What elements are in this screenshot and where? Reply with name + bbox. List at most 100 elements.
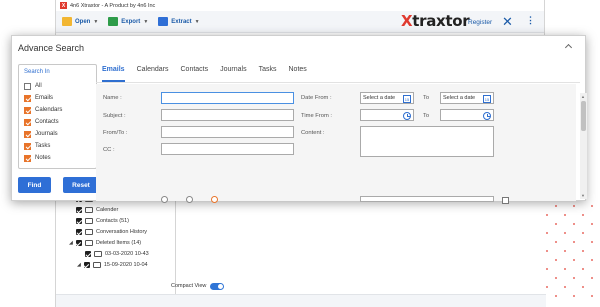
decor-dot [582, 250, 584, 252]
decor-dot [573, 241, 575, 243]
extract-label: Extract [171, 18, 192, 25]
radio-option[interactable] [186, 196, 193, 203]
name-input[interactable] [161, 92, 294, 104]
category-tabs: Emails Calendars Contacts Journals Tasks… [102, 66, 319, 82]
search-in-option-tasks[interactable]: Tasks [24, 141, 50, 151]
decor-dot [591, 259, 593, 261]
radio-option[interactable] [211, 196, 218, 203]
checkbox-checked-icon[interactable] [83, 262, 90, 268]
tree-item[interactable]: Contacts (51) [76, 216, 129, 226]
time-to-picker[interactable] [440, 109, 494, 121]
form-scrollbar[interactable]: ▲ ▼ [580, 93, 587, 199]
tab-contacts[interactable]: Contacts [181, 66, 209, 82]
date-from-placeholder: Select a date [363, 95, 396, 101]
folder-icon [62, 17, 72, 26]
contacts-folder-icon [85, 218, 93, 224]
tree-item[interactable]: 03-03-2020 10-43 [85, 249, 149, 259]
checkbox-checked-icon[interactable] [76, 229, 82, 235]
scroll-thumb[interactable] [581, 101, 586, 131]
checkbox-checked-icon[interactable] [24, 94, 31, 102]
find-button[interactable]: Find [18, 177, 51, 193]
radio-option[interactable] [161, 196, 168, 203]
scroll-up-icon[interactable]: ▲ [581, 94, 585, 99]
title-bar: X 4n6 Xtraxtor - A Product by 4n6 Inc [56, 0, 544, 11]
decor-dot [564, 286, 566, 288]
tab-emails[interactable]: Emails [102, 66, 125, 82]
tab-calendars[interactable]: Calendars [137, 66, 169, 82]
calendar-folder-icon [85, 207, 93, 213]
extract-icon [158, 17, 169, 26]
subject-input[interactable] [161, 109, 294, 121]
clock-icon[interactable] [403, 111, 411, 120]
tab-notes[interactable]: Notes [289, 66, 307, 82]
scroll-down-icon[interactable]: ▼ [581, 193, 585, 198]
checkbox-checked-icon[interactable] [24, 106, 31, 114]
tree-item[interactable]: Calender [76, 205, 118, 215]
checkbox-unchecked-icon[interactable] [502, 197, 509, 204]
expand-arrow-icon[interactable]: ◢ [69, 240, 73, 246]
brand-logo: Xtraxtor [401, 12, 470, 30]
open-label: Open [75, 18, 91, 25]
decor-dot [582, 232, 584, 234]
expand-arrow-icon[interactable]: ◢ [77, 262, 81, 268]
compact-view-toggle[interactable] [210, 282, 225, 290]
caret-down-icon: ▼ [143, 18, 149, 25]
close-icon[interactable]: ✕ [502, 14, 513, 30]
checkbox-checked-icon[interactable] [76, 218, 82, 224]
time-from-picker[interactable] [360, 109, 414, 121]
app-logo-icon: X [60, 2, 67, 9]
calendar-icon[interactable]: 15 [403, 94, 411, 103]
search-in-panel: Search In All Emails Calendars Contacts … [18, 64, 97, 169]
register-link[interactable]: Register [468, 19, 492, 26]
extract-menu-button[interactable]: Extract ▼ [158, 17, 200, 26]
date-to-picker[interactable]: Select a date 15 [440, 92, 494, 104]
checkbox-checked-icon[interactable] [76, 207, 82, 213]
tree-item[interactable]: ◢ 15-09-2020 10-04 [77, 260, 148, 270]
time-to-label: To [423, 113, 430, 119]
checkbox-checked-icon[interactable] [24, 130, 31, 138]
decor-dot [573, 277, 575, 279]
search-in-option-journals[interactable]: Journals [24, 129, 58, 139]
content-textarea[interactable] [360, 126, 494, 157]
decor-dot [555, 241, 557, 243]
reset-button[interactable]: Reset [63, 177, 99, 193]
decor-dot [582, 214, 584, 216]
cc-input[interactable] [161, 143, 294, 155]
folder-icon [94, 251, 102, 257]
checkbox-unchecked-icon[interactable] [24, 82, 31, 90]
name-label: Name : [103, 95, 122, 101]
tab-journals[interactable]: Journals [220, 66, 246, 82]
folder-icon [85, 229, 93, 235]
clock-icon[interactable] [483, 111, 491, 120]
tree-item[interactable]: ◢ Deleted Items (14) [69, 238, 141, 248]
search-in-option-calendars[interactable]: Calendars [24, 105, 62, 115]
calendar-icon[interactable]: 15 [483, 94, 491, 103]
checkbox-checked-icon[interactable] [24, 118, 31, 126]
open-menu-button[interactable]: Open ▼ [62, 17, 98, 26]
partial-field[interactable] [360, 196, 494, 202]
decor-dot [591, 277, 593, 279]
search-in-option-emails[interactable]: Emails [24, 93, 53, 103]
decor-dot [555, 277, 557, 279]
decor-dot [555, 223, 557, 225]
more-menu-icon[interactable]: ⋮ [526, 15, 535, 26]
checkbox-checked-icon[interactable] [24, 154, 31, 162]
decor-dot [546, 232, 548, 234]
date-from-picker[interactable]: Select a date 15 [360, 92, 414, 104]
search-in-option-contacts[interactable]: Contacts [24, 117, 59, 127]
decor-dot [555, 295, 557, 297]
content-label: Content : [301, 130, 325, 136]
search-in-option-all[interactable]: All [24, 81, 42, 91]
tree-item[interactable]: Conversation History [76, 227, 147, 237]
checkbox-checked-icon[interactable] [85, 251, 91, 257]
tab-tasks[interactable]: Tasks [259, 66, 277, 82]
export-menu-button[interactable]: Export ▼ [108, 17, 148, 26]
chevron-up-icon[interactable] [565, 42, 573, 50]
export-icon [108, 17, 119, 26]
advance-search-dialog: Advance Search Search In All Emails Cale… [11, 35, 587, 204]
from-to-input[interactable] [161, 126, 294, 138]
decor-dot [573, 259, 575, 261]
checkbox-checked-icon[interactable] [24, 142, 31, 150]
checkbox-checked-icon[interactable] [75, 240, 82, 246]
search-in-option-notes[interactable]: Notes [24, 153, 51, 163]
